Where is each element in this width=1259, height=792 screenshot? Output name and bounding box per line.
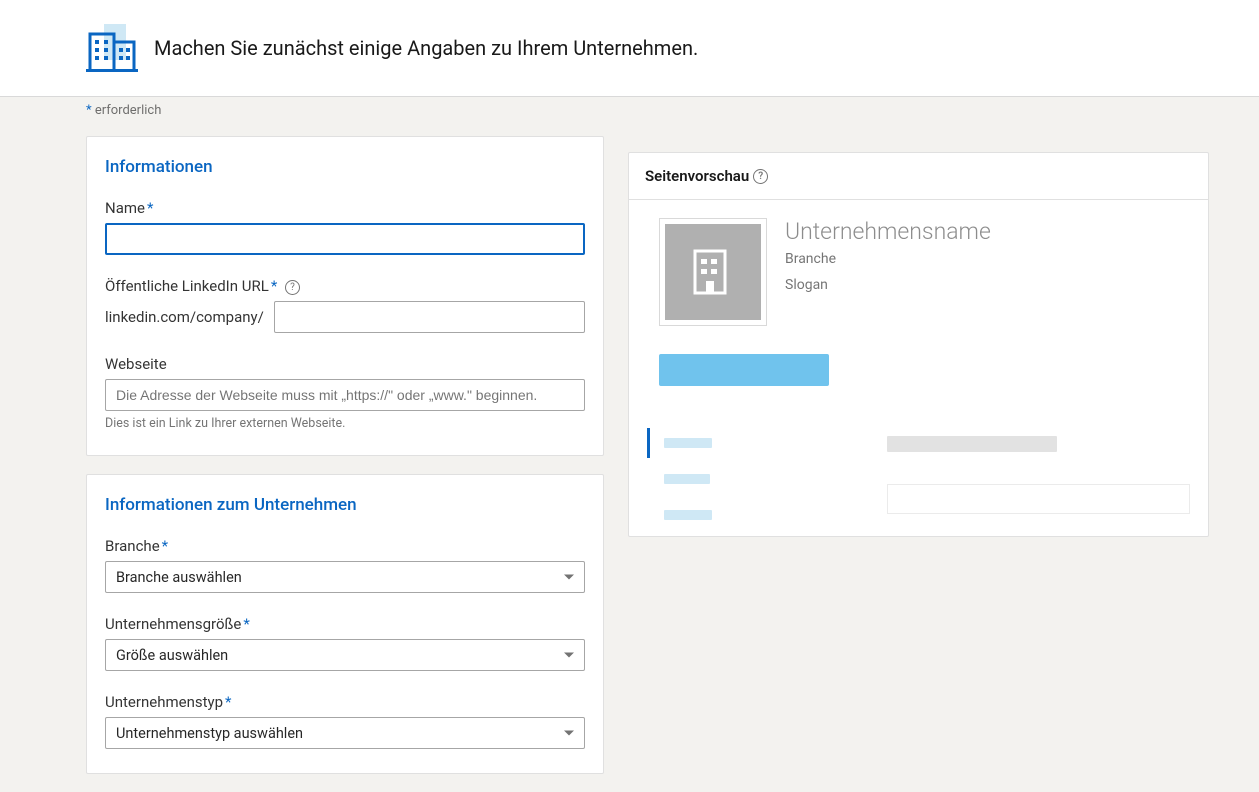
stub-heading [887, 436, 1057, 452]
website-helper: Dies ist ein Link zu Ihrer externen Webs… [105, 416, 585, 431]
size-label: Unternehmensgröße* [105, 615, 585, 633]
company-card-title: Informationen zum Unternehmen [105, 495, 585, 515]
help-icon[interactable]: ? [753, 169, 768, 184]
preview-company-name: Unternehmensname [785, 218, 991, 245]
url-label: Öffentliche LinkedIn URL* ? [105, 277, 585, 295]
industry-label: Branche* [105, 537, 585, 555]
type-select[interactable]: Unternehmenstyp auswählen [105, 717, 585, 749]
page-header: Machen Sie zunächst einige Angaben zu Ih… [0, 0, 1259, 97]
industry-select[interactable]: Branche auswählen [105, 561, 585, 593]
website-input[interactable] [105, 379, 585, 411]
company-building-icon [86, 24, 138, 72]
help-icon[interactable]: ? [285, 280, 300, 295]
preview-stub-area [629, 410, 1208, 536]
company-card: Informationen zum Unternehmen Branche* B… [86, 474, 604, 774]
info-card-title: Informationen [105, 157, 585, 177]
info-card: Informationen Name* Öffentliche LinkedIn… [86, 136, 604, 456]
page-title: Machen Sie zunächst einige Angaben zu Ih… [154, 36, 698, 60]
stub-nav-item [647, 500, 867, 530]
preview-slogan: Slogan [785, 277, 991, 293]
website-label: Webseite [105, 355, 585, 373]
url-prefix: linkedin.com/company/ [105, 308, 264, 326]
stub-nav-item [647, 464, 867, 494]
logo-placeholder [659, 218, 767, 326]
preview-cta-placeholder [659, 354, 829, 386]
name-input[interactable] [105, 223, 585, 255]
stub-content [887, 484, 1190, 514]
required-note: * erforderlich [0, 97, 1259, 118]
size-select[interactable]: Größe auswählen [105, 639, 585, 671]
preview-header: Seitenvorschau ? [629, 153, 1208, 200]
name-label: Name* [105, 199, 585, 217]
url-input[interactable] [274, 301, 585, 333]
preview-card: Seitenvorschau ? [628, 152, 1209, 537]
stub-nav-item [647, 428, 867, 458]
chevron-down-icon [564, 653, 574, 658]
preview-industry: Branche [785, 251, 991, 267]
chevron-down-icon [564, 731, 574, 736]
chevron-down-icon [564, 575, 574, 580]
building-icon [693, 249, 733, 295]
type-label: Unternehmenstyp* [105, 693, 585, 711]
